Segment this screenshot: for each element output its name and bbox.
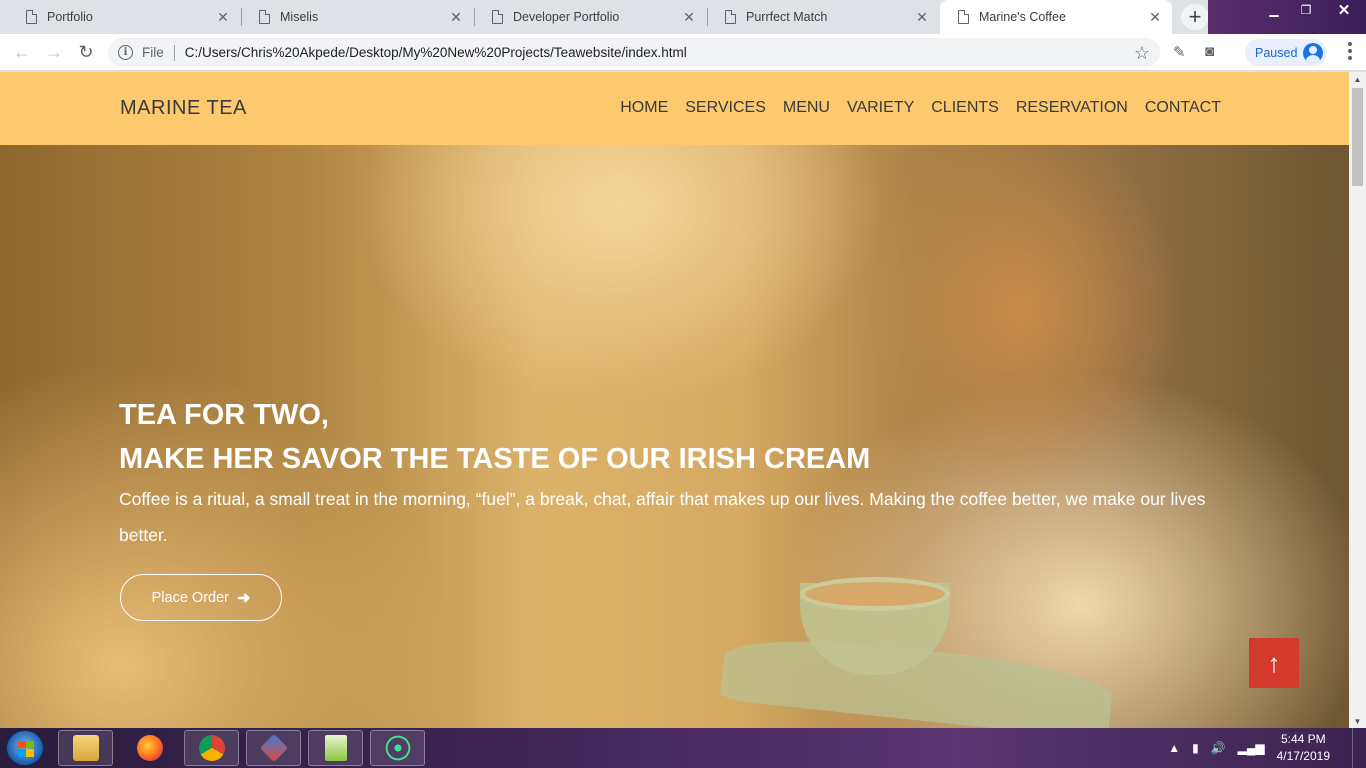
- device-icon[interactable]: ▮: [1192, 741, 1199, 755]
- nav-services[interactable]: SERVICES: [685, 99, 766, 117]
- firefox-icon: [136, 735, 163, 761]
- tab-title: Developer Portfolio: [513, 10, 620, 24]
- arrow-up-icon: ↑: [1267, 647, 1281, 678]
- folder-icon: [72, 735, 99, 761]
- scroll-down-arrow-icon[interactable]: ▼: [1349, 714, 1366, 728]
- scheme-label: File: [142, 45, 164, 60]
- close-icon[interactable]: ✕: [216, 9, 230, 25]
- tab-purrfect-match[interactable]: Purrfect Match ✕: [707, 0, 939, 34]
- page-scrollbar[interactable]: ▲ ▼: [1349, 72, 1366, 728]
- clock-time: 5:44 PM: [1280, 732, 1326, 746]
- close-icon[interactable]: ✕: [449, 9, 463, 25]
- start-button[interactable]: [6, 730, 44, 766]
- forward-button[interactable]: →: [43, 41, 65, 63]
- page-viewport: MARINE TEA HOME SERVICES MENU VARIETY CL…: [0, 72, 1349, 728]
- profile-status: Paused: [1255, 45, 1298, 60]
- tab-strip: Portfolio ✕ Miselis ✕ Developer Portfoli…: [0, 0, 1366, 34]
- scroll-to-top-button[interactable]: ↑: [1249, 638, 1299, 688]
- taskbar-chrome[interactable]: [184, 730, 239, 766]
- tab-title: Portfolio: [47, 10, 93, 24]
- hero-heading-line1: TEA FOR TWO,: [119, 399, 329, 431]
- git-icon: [259, 733, 288, 763]
- tab-developer-portfolio[interactable]: Developer Portfolio ✕: [474, 0, 706, 34]
- show-hidden-icons-icon[interactable]: ▲: [1168, 741, 1180, 755]
- taskbar-git-gui[interactable]: [246, 730, 301, 766]
- tab-miselis[interactable]: Miselis ✕: [241, 0, 473, 34]
- scroll-up-arrow-icon[interactable]: ▲: [1349, 72, 1366, 86]
- tab-title: Marine's Coffee: [979, 10, 1066, 24]
- close-window-button[interactable]: ✕: [1322, 0, 1366, 20]
- nav-menu: HOME SERVICES MENU VARIETY CLIENTS RESER…: [620, 99, 1221, 117]
- close-icon[interactable]: ✕: [682, 9, 696, 25]
- hero-description: Coffee is a ritual, a small treat in the…: [119, 489, 1206, 545]
- scrollbar-thumb[interactable]: [1352, 88, 1363, 186]
- atom-icon: [384, 735, 411, 761]
- new-tab-button[interactable]: +: [1181, 4, 1209, 30]
- windows-taskbar: ▲ ▮ 🔊 ▂▄▆ 5:44 PM 4/17/2019: [0, 728, 1366, 768]
- place-order-label: Place Order: [151, 589, 229, 606]
- nav-reservation[interactable]: RESERVATION: [1016, 99, 1128, 117]
- minimize-button[interactable]: ▁: [1258, 0, 1290, 20]
- hero-heading: TEA FOR TWO, MAKE HER SAVOR THE TASTE OF…: [119, 393, 870, 481]
- close-icon[interactable]: ✕: [915, 9, 929, 25]
- browser-toolbar: ← → ↻ i File C:/Users/Chris%20Akpede/Des…: [0, 34, 1366, 71]
- clock-date: 4/17/2019: [1276, 749, 1330, 763]
- tab-marines-coffee[interactable]: Marine's Coffee ✕: [940, 0, 1172, 34]
- arrow-right-icon: ➜: [236, 589, 251, 607]
- taskbar-notepad-plus-plus[interactable]: [308, 730, 363, 766]
- tab-title: Miselis: [280, 10, 319, 24]
- avatar: [1303, 43, 1323, 63]
- eyedropper-icon[interactable]: ✎: [1173, 43, 1186, 61]
- reload-button[interactable]: ↻: [75, 41, 97, 63]
- info-icon[interactable]: i: [118, 45, 133, 60]
- taskbar-explorer[interactable]: [58, 730, 113, 766]
- tab-portfolio[interactable]: Portfolio ✕: [8, 0, 240, 34]
- volume-icon[interactable]: 🔊: [1211, 741, 1226, 755]
- show-desktop-button[interactable]: [1352, 728, 1366, 768]
- place-order-button[interactable]: Place Order ➜: [120, 574, 282, 621]
- system-tray: ▲ ▮ 🔊 ▂▄▆ 5:44 PM 4/17/2019: [1168, 728, 1366, 768]
- taskbar-atom[interactable]: [370, 730, 425, 766]
- taskbar-firefox[interactable]: [122, 730, 177, 766]
- network-icon[interactable]: ▂▄▆: [1238, 741, 1265, 755]
- nav-home[interactable]: HOME: [620, 99, 668, 117]
- hero-section: TEA FOR TWO, MAKE HER SAVOR THE TASTE OF…: [0, 145, 1349, 728]
- document-icon: [26, 10, 37, 24]
- chrome-icon: [198, 735, 225, 761]
- site-brand[interactable]: MARINE TEA: [120, 97, 247, 120]
- menu-dots-icon[interactable]: [1343, 42, 1357, 60]
- url-text[interactable]: C:/Users/Chris%20Akpede/Desktop/My%20New…: [185, 45, 687, 60]
- site-navbar: MARINE TEA HOME SERVICES MENU VARIETY CL…: [0, 72, 1349, 145]
- nav-contact[interactable]: CONTACT: [1145, 99, 1221, 117]
- profile-button[interactable]: Paused: [1245, 39, 1327, 66]
- close-icon[interactable]: ✕: [1148, 9, 1162, 25]
- taskbar-clock[interactable]: 5:44 PM 4/17/2019: [1277, 731, 1330, 765]
- nav-variety[interactable]: VARIETY: [847, 99, 914, 117]
- address-bar[interactable]: i File C:/Users/Chris%20Akpede/Desktop/M…: [108, 38, 1160, 67]
- back-button[interactable]: ←: [11, 41, 33, 63]
- bookmark-star-icon[interactable]: ☆: [1134, 43, 1150, 64]
- camera-icon[interactable]: ◙: [1205, 43, 1214, 60]
- document-icon: [725, 10, 736, 24]
- hero-heading-line2: MAKE HER SAVOR THE TASTE OF OUR IRISH CR…: [119, 443, 871, 475]
- document-icon: [958, 10, 969, 24]
- window-controls: ▁ ❐ ✕: [1208, 0, 1366, 34]
- omnibox-divider: [173, 44, 175, 61]
- document-icon: [492, 10, 503, 24]
- maximize-button[interactable]: ❐: [1290, 0, 1322, 20]
- tab-title: Purrfect Match: [746, 10, 828, 24]
- nav-clients[interactable]: CLIENTS: [931, 99, 999, 117]
- notepad-icon: [324, 735, 347, 761]
- nav-menu-link[interactable]: MENU: [783, 99, 830, 117]
- document-icon: [259, 10, 270, 24]
